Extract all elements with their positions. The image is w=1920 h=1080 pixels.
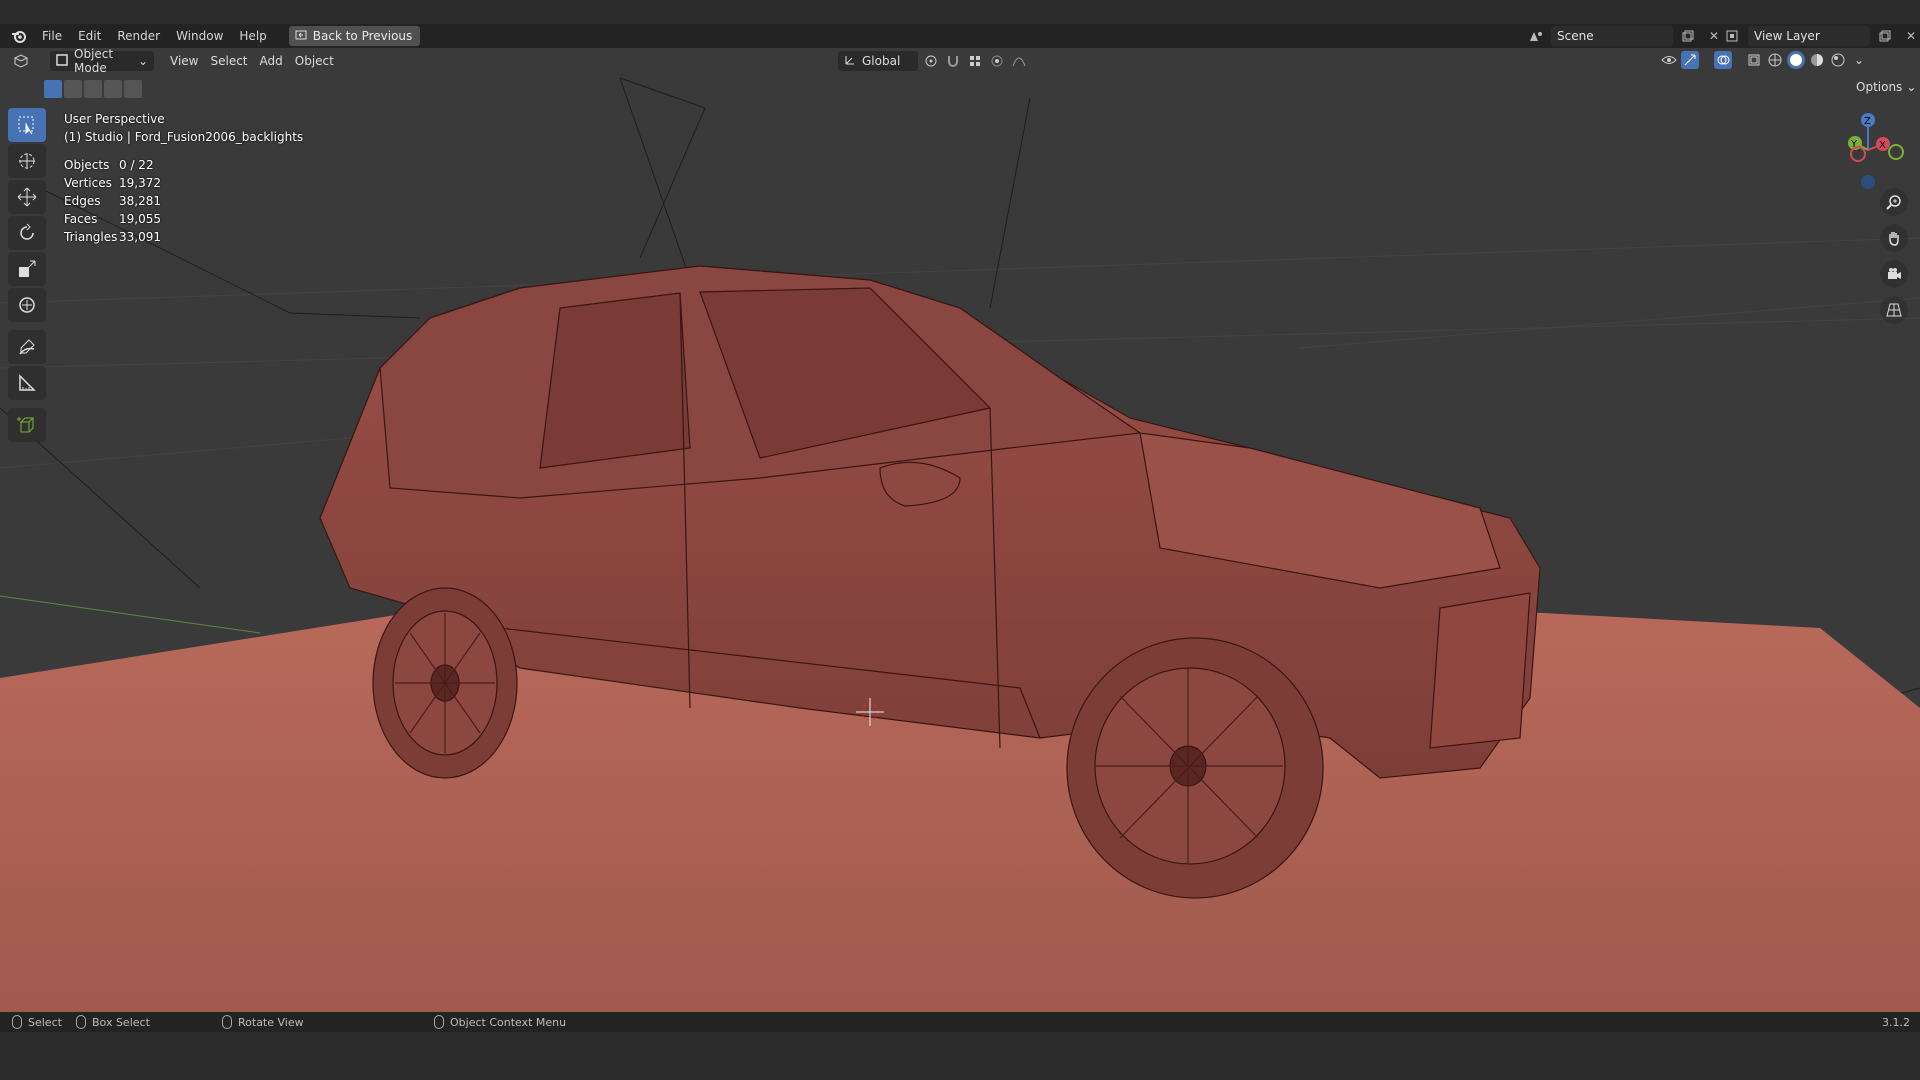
transform-orientation-dropdown[interactable]: Global (838, 51, 918, 71)
navigation-buttons (1880, 188, 1908, 324)
move-tool[interactable] (8, 180, 46, 214)
blender-logo-icon[interactable] (8, 25, 30, 47)
snap-icon[interactable] (944, 52, 962, 70)
mode-dropdown[interactable]: Object Mode ⌄ (50, 48, 154, 75)
menu-add[interactable]: Add (254, 51, 289, 71)
wheel-front (1066, 637, 1324, 899)
solid-shading-icon[interactable] (1787, 51, 1805, 69)
select-box-tool[interactable] (8, 108, 46, 142)
select-invert-button[interactable] (104, 80, 122, 98)
measure-tool[interactable] (8, 366, 46, 400)
menu-window[interactable]: Window (168, 24, 231, 48)
options-dropdown[interactable]: Options ⌄ (1850, 78, 1920, 96)
select-intersect-button[interactable] (124, 80, 142, 98)
options-label: Options (1856, 80, 1903, 94)
menu-help[interactable]: Help (231, 24, 274, 48)
tool-shelf (8, 108, 48, 444)
select-subtract-button[interactable] (84, 80, 102, 98)
object-mode-icon (56, 53, 68, 69)
status-rotate-view: Rotate View (222, 1015, 304, 1029)
mouse-drag-icon (76, 1015, 86, 1029)
perspective-toggle-icon[interactable] (1880, 296, 1908, 324)
material-shading-icon[interactable] (1808, 51, 1826, 69)
stat-edges: Edges 38,281 (64, 194, 161, 208)
chevron-down-icon: ⌄ (1906, 80, 1917, 94)
add-cube-tool[interactable] (8, 408, 46, 442)
view-layer-name-field[interactable]: View Layer (1748, 26, 1870, 46)
shading-options-chevron-icon[interactable]: ⌄ (1850, 51, 1868, 69)
scene-selector: Scene ✕ (1525, 26, 1725, 46)
status-context-menu: Object Context Menu (434, 1015, 566, 1029)
status-select: Select (12, 1015, 62, 1029)
window-bottom-strip (0, 1032, 1920, 1080)
mode-label: Object Mode (74, 48, 114, 75)
status-bar: Select Box Select Rotate View Object Con… (0, 1012, 1920, 1032)
scene-browse-icon[interactable] (1525, 26, 1547, 46)
view-layer-selector: View Layer ✕ (1722, 26, 1920, 46)
chevron-down-icon: ⌄ (137, 54, 148, 68)
stat-objects: Objects 0 / 22 (64, 158, 154, 172)
3d-viewport[interactable]: Z X Y Object Mode ⌄ View Select Add Obje… (0, 48, 1920, 1012)
menu-render[interactable]: Render (109, 24, 168, 48)
selection-mode-buttons (44, 80, 142, 98)
scale-tool[interactable] (8, 252, 46, 286)
select-extend-button[interactable] (64, 80, 82, 98)
transform-tool[interactable] (8, 288, 46, 322)
viewport-info-overlay: User Perspective (1) Studio | Ford_Fusio… (64, 110, 303, 246)
pivot-point-icon[interactable] (922, 52, 940, 70)
menu-object[interactable]: Object (289, 51, 340, 71)
menu-edit[interactable]: Edit (70, 24, 109, 48)
snap-target-icon[interactable] (966, 52, 984, 70)
wheel-rear (372, 587, 518, 779)
xray-toggle-icon[interactable] (1745, 51, 1763, 69)
viewport-header: Object Mode ⌄ View Select Add Object Glo… (0, 48, 1920, 75)
main-menubar: File Edit Render Window Help Back to Pre… (0, 24, 1920, 48)
scene-statistics: Objects 0 / 22 Vertices 19,372 Edges 38,281… (64, 156, 303, 246)
delete-view-layer-icon[interactable]: ✕ (1900, 26, 1920, 46)
wireframe-shading-icon[interactable] (1766, 51, 1784, 69)
window-top-strip (0, 0, 1920, 24)
overlays-toggle-icon[interactable] (1714, 51, 1732, 69)
status-box-select: Box Select (76, 1015, 150, 1029)
new-scene-icon[interactable] (1677, 26, 1699, 46)
view-layer-browse-icon[interactable] (1722, 26, 1744, 46)
annotate-tool[interactable] (8, 330, 46, 364)
editor-type-icon[interactable] (12, 52, 30, 70)
cursor-tool[interactable] (8, 144, 46, 178)
version-label: 3.1.2 (1882, 1015, 1910, 1029)
pan-hand-icon[interactable] (1880, 224, 1908, 252)
camera-view-icon[interactable] (1880, 260, 1908, 288)
menu-view[interactable]: View (164, 51, 204, 71)
navigation-gizmo[interactable]: Z X Y (1848, 113, 1904, 189)
mouse-left-icon (12, 1015, 22, 1029)
stat-faces: Faces 19,055 (64, 212, 161, 226)
viewport-display-controls: ⌄ (1660, 51, 1868, 69)
gizmo-z-label: Z (1864, 116, 1871, 127)
stat-triangles: Triangles 33,091 (64, 230, 161, 244)
menu-select[interactable]: Select (204, 51, 253, 71)
zoom-icon[interactable] (1880, 188, 1908, 216)
menu-file[interactable]: File (34, 24, 70, 48)
proportional-edit-icon[interactable] (988, 52, 1006, 70)
orientation-icon (844, 54, 856, 69)
transform-controls: Global (838, 51, 1028, 71)
mouse-middle-icon (222, 1015, 232, 1029)
gizmo-toggle-icon[interactable] (1681, 51, 1699, 69)
orientation-label: Global (862, 54, 901, 68)
back-to-previous-label: Back to Previous (312, 29, 413, 43)
perspective-label: User Perspective (64, 112, 165, 126)
stat-vertices: Vertices 19,372 (64, 176, 161, 190)
select-new-button[interactable] (44, 80, 62, 98)
falloff-icon[interactable] (1010, 52, 1028, 70)
mouse-right-icon (434, 1015, 444, 1029)
new-view-layer-icon[interactable] (1874, 26, 1896, 46)
visibility-icon[interactable] (1660, 51, 1678, 69)
back-icon (295, 29, 307, 44)
scene-name-field[interactable]: Scene (1551, 26, 1673, 46)
rotate-tool[interactable] (8, 216, 46, 250)
collection-object-label: (1) Studio | Ford_Fusion2006_backlights (64, 130, 304, 144)
rendered-shading-icon[interactable] (1829, 51, 1847, 69)
gizmo-x-label: X (1879, 140, 1886, 151)
back-to-previous-button[interactable]: Back to Previous (288, 26, 421, 46)
